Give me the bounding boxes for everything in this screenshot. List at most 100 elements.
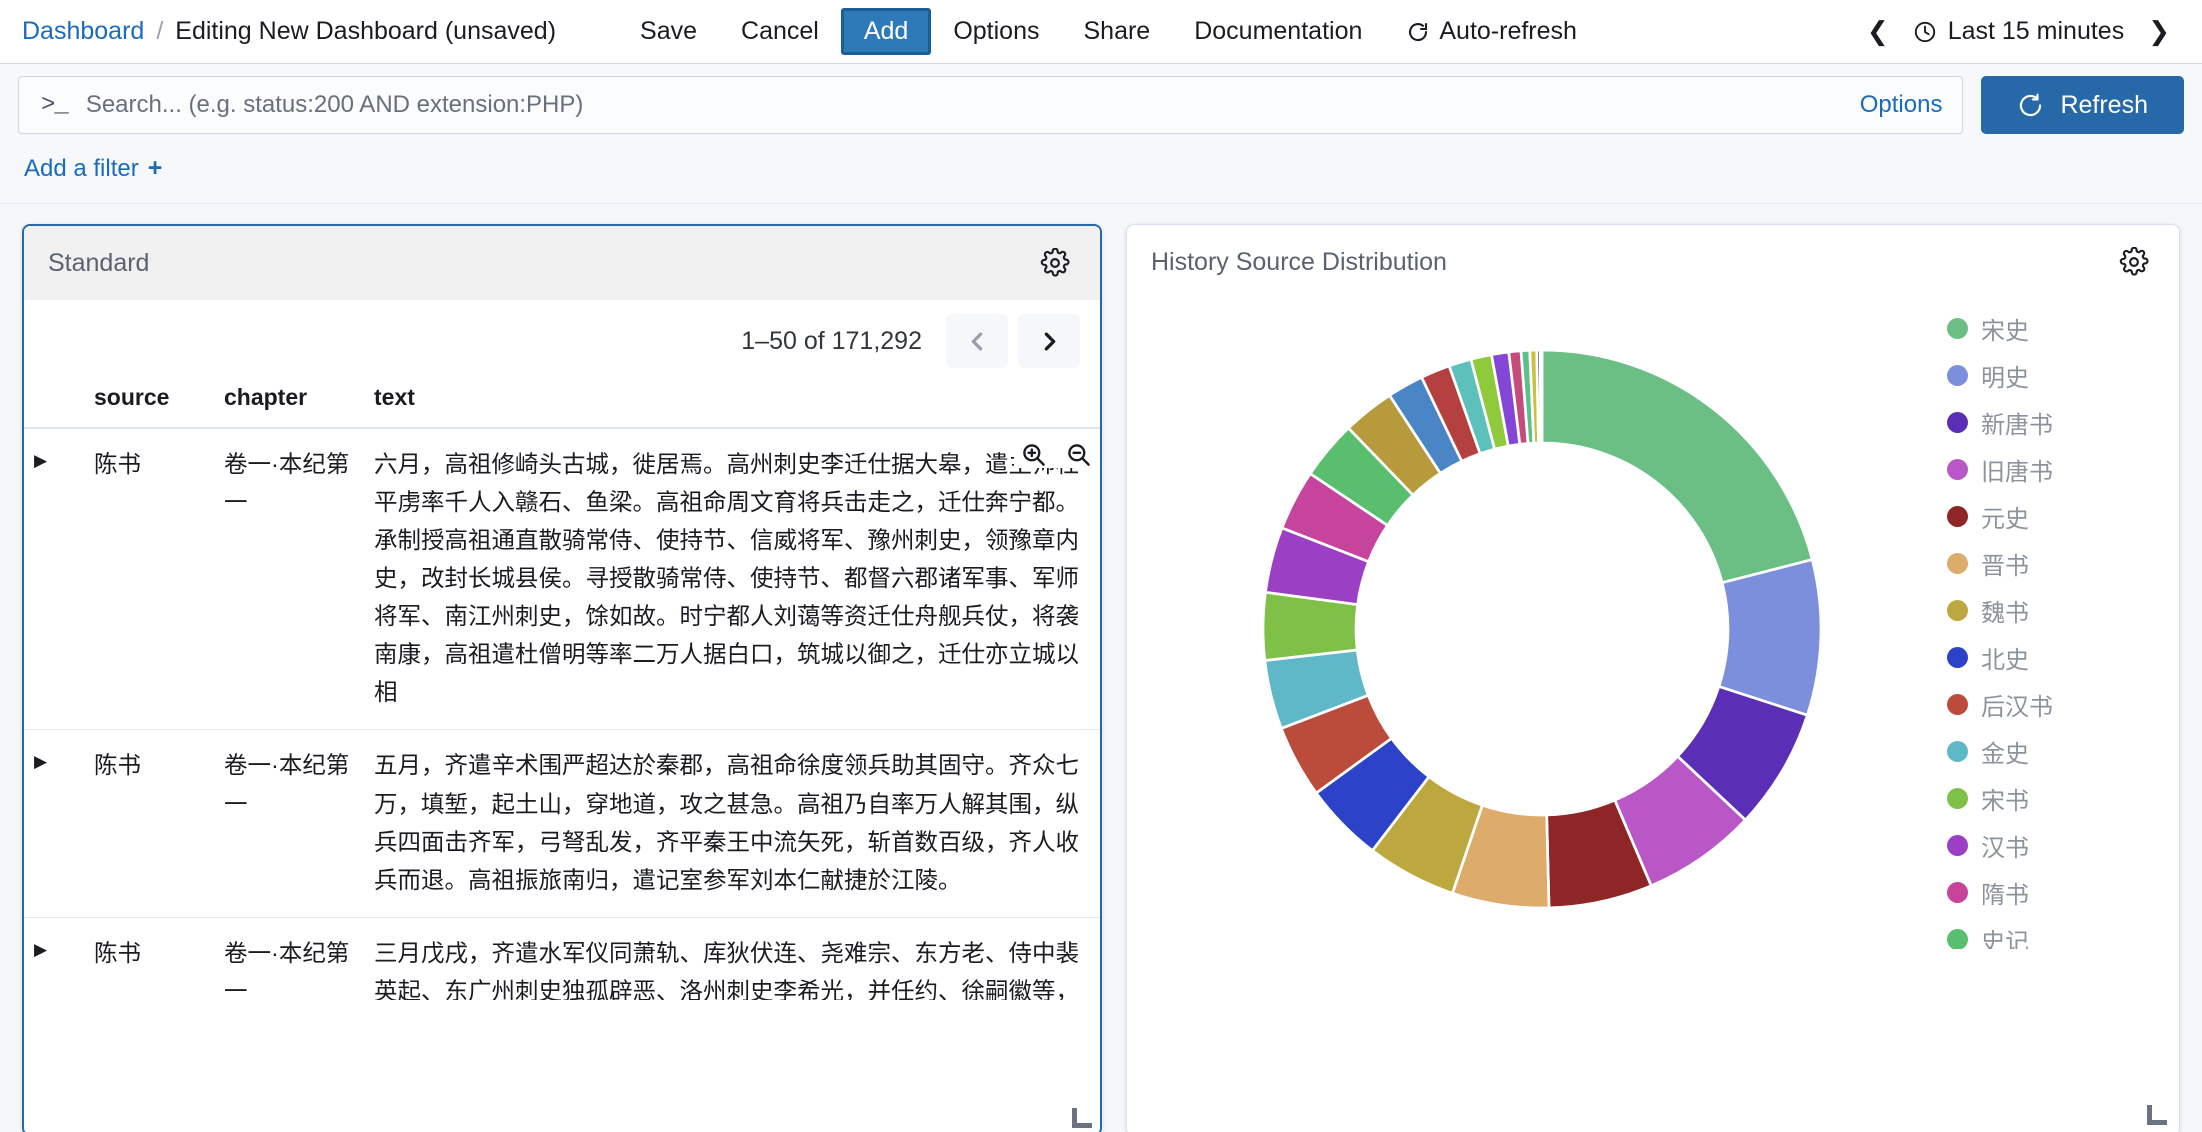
query-options-button[interactable]: Options (1860, 91, 1943, 119)
cell-chapter: 卷一·本纪第一 (214, 428, 364, 730)
donut-slice[interactable] (1542, 350, 1812, 583)
table-row[interactable]: ▶ 陈书 卷一·本纪第一 五月，齐遣辛术围严超达於秦郡，高祖命徐度领兵助其固守。… (24, 730, 1100, 917)
cell-source: 陈书 (84, 917, 214, 1000)
zoom-out-icon[interactable] (1065, 441, 1092, 468)
save-button[interactable]: Save (618, 10, 719, 54)
panel-chart-title: History Source Distribution (1151, 248, 1447, 277)
gear-icon[interactable] (1036, 244, 1074, 282)
breadcrumb-current: Editing New Dashboard (unsaved) (175, 17, 556, 46)
cell-text: 六月，高祖修崎头古城，徙居焉。高州刺史李迁仕据大皋，遣主帅杜平虏率千人入赣石、鱼… (374, 451, 1079, 705)
legend-item-label: 晋书 (1981, 546, 2029, 581)
add-filter-button[interactable]: Add a filter + (24, 154, 162, 183)
documents-table: source chapter text ▶ 陈书 卷一·本纪第一 六月，高祖修崎… (24, 380, 1100, 1000)
chart-area: 宋史明史新唐书旧唐书元史晋书魏书北史后汉书金史宋书汉书隋书史记南史梁书 (1127, 299, 2179, 959)
legend-color-swatch (1947, 318, 1968, 339)
legend-item-label: 魏书 (1981, 593, 2029, 628)
legend-color-swatch (1947, 882, 1968, 903)
legend-item[interactable]: 后汉书 (1947, 687, 2165, 722)
row-filter-actions (1014, 441, 1092, 468)
legend-color-swatch (1947, 600, 1968, 621)
documentation-button[interactable]: Documentation (1172, 10, 1384, 54)
time-picker: ❮ Last 15 minutes ❯ (1853, 10, 2184, 53)
legend-item[interactable]: 汉书 (1947, 828, 2165, 863)
auto-refresh-button[interactable]: Auto-refresh (1384, 10, 1599, 54)
refresh-cycle-icon (1406, 20, 1430, 44)
legend-item-label: 北史 (1981, 640, 2029, 675)
legend-item-label: 史记 (1981, 922, 2029, 949)
legend-item-label: 明史 (1981, 358, 2029, 393)
legend-color-swatch (1947, 694, 1968, 715)
donut-chart-wrap (1137, 329, 1947, 929)
nav-actions: Save Cancel Add Options Share Documentat… (618, 8, 1599, 56)
legend-item[interactable]: 隋书 (1947, 875, 2165, 910)
legend-item-label: 宋书 (1981, 781, 2029, 816)
refresh-label: Refresh (2060, 91, 2148, 120)
auto-refresh-label: Auto-refresh (1439, 18, 1577, 46)
previous-page-button[interactable] (946, 314, 1008, 368)
legend-item-label: 汉书 (1981, 828, 2029, 863)
legend-item[interactable]: 魏书 (1947, 593, 2165, 628)
console-prompt-icon: >_ (41, 92, 68, 119)
table-header-row: source chapter text (24, 380, 1100, 428)
clock-icon (1913, 20, 1937, 44)
table-row[interactable]: ▶ 陈书 卷一·本纪第一 三月戊戌，齐遣水军仪同萧轨、库狄伏连、尧难宗、东方老、… (24, 917, 1100, 1000)
add-button[interactable]: Add (841, 8, 931, 56)
donut-slice[interactable] (1540, 350, 1542, 443)
legend-item-label: 旧唐书 (1981, 452, 2053, 487)
legend-color-swatch (1947, 741, 1968, 762)
legend-color-swatch (1947, 412, 1968, 433)
gear-icon[interactable] (2115, 243, 2153, 281)
legend-item[interactable]: 金史 (1947, 734, 2165, 769)
legend-color-swatch (1947, 506, 1968, 527)
legend-color-swatch (1947, 553, 1968, 574)
column-header-source[interactable]: source (84, 380, 214, 428)
legend-item-label: 元史 (1981, 499, 2029, 534)
panel-resize-handle[interactable] (2147, 1105, 2167, 1125)
legend-item[interactable]: 北史 (1947, 640, 2165, 675)
expand-row-toggle[interactable]: ▶ (34, 746, 74, 770)
cell-source: 陈书 (84, 730, 214, 917)
legend-item[interactable]: 宋史 (1947, 311, 2165, 346)
legend-color-swatch (1947, 929, 1968, 949)
zoom-in-icon[interactable] (1020, 441, 1047, 468)
breadcrumb-separator: / (156, 17, 163, 46)
legend-item[interactable]: 宋书 (1947, 781, 2165, 816)
legend-item[interactable]: 新唐书 (1947, 405, 2165, 440)
expand-row-toggle[interactable]: ▶ (34, 445, 74, 469)
column-header-chapter[interactable]: chapter (214, 380, 364, 428)
search-box[interactable]: >_ Options (18, 76, 1963, 134)
documents-table-scroll[interactable]: source chapter text ▶ 陈书 卷一·本纪第一 六月，高祖修崎… (24, 380, 1100, 1000)
time-range-button[interactable]: Last 15 minutes (1907, 17, 2131, 46)
legend-color-swatch (1947, 835, 1968, 856)
panel-chart-header: History Source Distribution (1127, 225, 2179, 299)
cancel-button[interactable]: Cancel (719, 10, 841, 54)
next-page-button[interactable] (1018, 314, 1080, 368)
legend-color-swatch (1947, 459, 1968, 480)
time-previous-button[interactable]: ❮ (1853, 10, 1903, 53)
panel-standard-header: Standard (24, 226, 1100, 300)
top-navigation-bar: Dashboard / Editing New Dashboard (unsav… (0, 0, 2202, 64)
legend-item[interactable]: 史记 (1947, 922, 2165, 949)
cell-chapter: 卷一·本纪第一 (214, 917, 364, 1000)
legend-item[interactable]: 元史 (1947, 499, 2165, 534)
legend-item[interactable]: 明史 (1947, 358, 2165, 393)
share-button[interactable]: Share (1062, 10, 1173, 54)
options-button[interactable]: Options (931, 10, 1061, 54)
cell-text: 三月戊戌，齐遣水军仪同萧轨、库狄伏连、尧难宗、东方老、侍中裴英起、东广州刺史独孤… (364, 917, 1100, 1000)
expand-column-header (24, 380, 84, 428)
refresh-button[interactable]: Refresh (1981, 76, 2184, 134)
donut-chart[interactable] (1242, 329, 1842, 929)
chart-legend: 宋史明史新唐书旧唐书元史晋书魏书北史后汉书金史宋书汉书隋书史记南史梁书 (1947, 309, 2179, 949)
dashboard-grid: Standard 1–50 of 171,292 (0, 204, 2202, 1132)
breadcrumb-dashboard-link[interactable]: Dashboard (22, 17, 144, 46)
search-input[interactable] (84, 90, 1860, 120)
expand-row-toggle[interactable]: ▶ (34, 934, 74, 958)
cell-source: 陈书 (84, 428, 214, 730)
panel-resize-handle[interactable] (1072, 1108, 1092, 1128)
legend-item[interactable]: 晋书 (1947, 546, 2165, 581)
column-header-text[interactable]: text (364, 380, 1100, 428)
cell-text: 五月，齐遣辛术围严超达於秦郡，高祖命徐度领兵助其固守。齐众七万，填堑，起土山，穿… (364, 730, 1100, 917)
time-next-button[interactable]: ❯ (2134, 10, 2184, 53)
legend-item[interactable]: 旧唐书 (1947, 452, 2165, 487)
table-row[interactable]: ▶ 陈书 卷一·本纪第一 六月，高祖修崎头古城，徙居焉。高州刺史李迁仕据大皋，遣… (24, 428, 1100, 730)
